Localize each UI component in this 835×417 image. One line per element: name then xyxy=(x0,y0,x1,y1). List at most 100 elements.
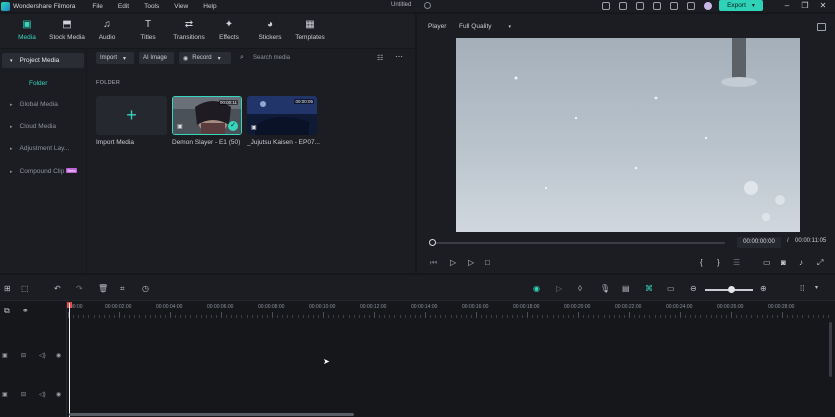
playhead[interactable] xyxy=(69,303,70,417)
snap-icon[interactable]: ⌘ xyxy=(645,284,653,293)
filter-icon[interactable]: ☷ xyxy=(377,54,383,62)
tab-templates[interactable]: ▦ Templates xyxy=(290,20,330,42)
undo-icon[interactable]: ↶ xyxy=(54,284,61,293)
tab-audio[interactable]: ♫ Audio xyxy=(87,20,127,42)
ruler-minor-tick xyxy=(159,315,161,318)
cloud-icon[interactable] xyxy=(636,2,644,10)
ruler-minor-tick xyxy=(751,315,753,318)
menu-tools[interactable]: Tools xyxy=(144,3,159,10)
render-preview-icon[interactable]: ▷ xyxy=(556,284,562,293)
minimize-icon[interactable]: – xyxy=(778,1,796,10)
volume-icon[interactable]: ♪ xyxy=(799,258,803,267)
ai-assistant-icon[interactable]: ◉ xyxy=(533,284,540,293)
tab-stock-media[interactable]: ⬒ Stock Media xyxy=(47,20,87,42)
more-options-icon[interactable]: ⋯ xyxy=(395,52,403,61)
speed-icon[interactable]: ◷ xyxy=(142,284,149,293)
tab-media[interactable]: ▣ Media xyxy=(7,20,47,42)
ruler-minor-tick xyxy=(149,315,151,318)
crop-icon[interactable]: ⌗ xyxy=(120,284,125,293)
layout-icon[interactable]: ⊞ xyxy=(4,284,11,293)
ruler-minor-tick xyxy=(562,315,564,318)
tab-transitions[interactable]: ⇄ Transitions xyxy=(169,20,209,42)
menu-help[interactable]: Help xyxy=(203,3,216,10)
tab-effects[interactable]: ✦ Effects xyxy=(209,20,249,42)
import-dropdown[interactable]: Import ▾ xyxy=(96,52,134,64)
sidebar-item-folder[interactable]: Folder xyxy=(29,80,47,87)
sidebar-item-compound-clip[interactable]: ▸ Compound Clip Beta xyxy=(10,168,77,175)
voiceover-icon[interactable]: ▤ xyxy=(622,284,630,293)
play-reverse-icon[interactable]: ▷ xyxy=(450,258,456,267)
fullscreen-icon[interactable]: ⤢ xyxy=(817,258,823,267)
video-preview[interactable] xyxy=(456,38,800,232)
lock-icon[interactable]: ⊟ xyxy=(21,391,26,398)
avatar[interactable] xyxy=(704,2,712,10)
ruler-minor-tick xyxy=(231,315,233,318)
sidebar-item-global-media[interactable]: ▸ Global Media xyxy=(10,101,58,108)
scrubber-handle[interactable] xyxy=(429,239,436,246)
track-header-divider xyxy=(66,302,67,417)
delete-icon[interactable]: 🗑 xyxy=(98,284,108,293)
tab-titles[interactable]: T Titles xyxy=(128,20,168,42)
mark-in-icon[interactable]: { xyxy=(700,258,703,267)
play-icon[interactable]: ▷ xyxy=(468,258,474,267)
zoom-out-icon[interactable]: ⊖ xyxy=(690,284,697,293)
save-status-icon xyxy=(424,2,431,9)
tab-stickers[interactable]: ◕ Stickers xyxy=(250,20,290,42)
ruler-minor-tick xyxy=(654,315,656,318)
ai-image-button[interactable]: AI Image xyxy=(139,52,174,64)
ruler-minor-tick xyxy=(761,315,763,318)
record-icon: ◉ xyxy=(183,55,189,62)
close-icon[interactable]: ✕ xyxy=(814,1,832,10)
mark-out-icon[interactable]: } xyxy=(717,258,720,267)
eye-icon[interactable]: ◉ xyxy=(56,391,61,398)
chevron-down-icon[interactable]: ▾ xyxy=(815,284,818,293)
marker-icon[interactable]: ◊ xyxy=(578,284,582,293)
restore-icon[interactable]: ❐ xyxy=(796,1,814,10)
grid-icon[interactable] xyxy=(670,2,678,10)
gift-icon[interactable] xyxy=(687,2,695,10)
timeline-vertical-scrollbar[interactable] xyxy=(829,322,832,377)
lock-icon[interactable]: ⊟ xyxy=(21,352,26,359)
clip-thumbnail-demon-slayer[interactable]: 00:00:11 ▣ ✓ xyxy=(172,96,242,135)
previous-frame-icon[interactable]: ⏮ xyxy=(430,258,437,267)
grid-view-icon[interactable]: ⁞⁞ xyxy=(800,284,804,293)
menu-view[interactable]: View xyxy=(174,3,188,10)
search-input[interactable]: Search media xyxy=(253,55,290,61)
ruler-minor-tick xyxy=(700,315,702,318)
stop-icon[interactable]: □ xyxy=(485,258,490,267)
sidebar-item-cloud-media[interactable]: ▸ Cloud Media xyxy=(10,123,56,130)
quality-dropdown[interactable]: Full Quality ▾ xyxy=(459,23,511,30)
add-track-icon[interactable]: ⧉ xyxy=(4,306,10,315)
camera-icon[interactable]: ◙ xyxy=(781,258,786,267)
export-button[interactable]: Export ▾ xyxy=(719,0,763,11)
save-icon[interactable] xyxy=(619,2,627,10)
zoom-slider-handle[interactable] xyxy=(728,286,735,293)
microphone-icon[interactable]: 🎙 xyxy=(600,284,610,293)
ruler-minor-tick xyxy=(715,315,717,318)
timeline-ruler[interactable]: 00:00 00:00:02:00 00:00:04:00 00:00:06:00 00… xyxy=(68,302,835,322)
menu-edit[interactable]: Edit xyxy=(118,3,129,10)
snapshot-icon[interactable] xyxy=(817,23,826,31)
timeline-horizontal-scrollbar[interactable] xyxy=(69,413,354,416)
redo-icon[interactable]: ↷ xyxy=(76,284,83,293)
record-dropdown[interactable]: ◉ Record ▾ xyxy=(179,52,231,64)
caption-icon[interactable]: ▭ xyxy=(667,284,675,293)
clip-thumbnail-jujutsu-kaisen[interactable]: 00:00:05 ▣ xyxy=(247,96,317,135)
link-icon[interactable]: ⚭ xyxy=(22,306,29,315)
display-icon[interactable]: ▭ xyxy=(763,258,771,267)
support-icon[interactable] xyxy=(653,2,661,10)
menu-file[interactable]: File xyxy=(92,3,102,10)
eye-icon[interactable]: ◉ xyxy=(56,352,61,359)
select-tool-icon[interactable]: ⬚ xyxy=(21,284,29,293)
volume-icon[interactable]: ◁) xyxy=(39,352,46,359)
ruler-minor-tick xyxy=(215,315,217,318)
sidebar-item-adjustment-layer[interactable]: ▸ Adjustment Lay... xyxy=(10,145,69,152)
zoom-in-icon[interactable]: ⊕ xyxy=(760,284,767,293)
render-icon[interactable]: ☰ xyxy=(733,258,740,267)
playback-scrubber[interactable] xyxy=(432,242,725,244)
ruler-minor-tick xyxy=(567,315,569,318)
import-media-tile[interactable]: + xyxy=(96,96,167,135)
screen-icon[interactable] xyxy=(602,2,610,10)
ruler-minor-tick xyxy=(399,315,401,318)
volume-icon[interactable]: ◁) xyxy=(39,391,46,398)
